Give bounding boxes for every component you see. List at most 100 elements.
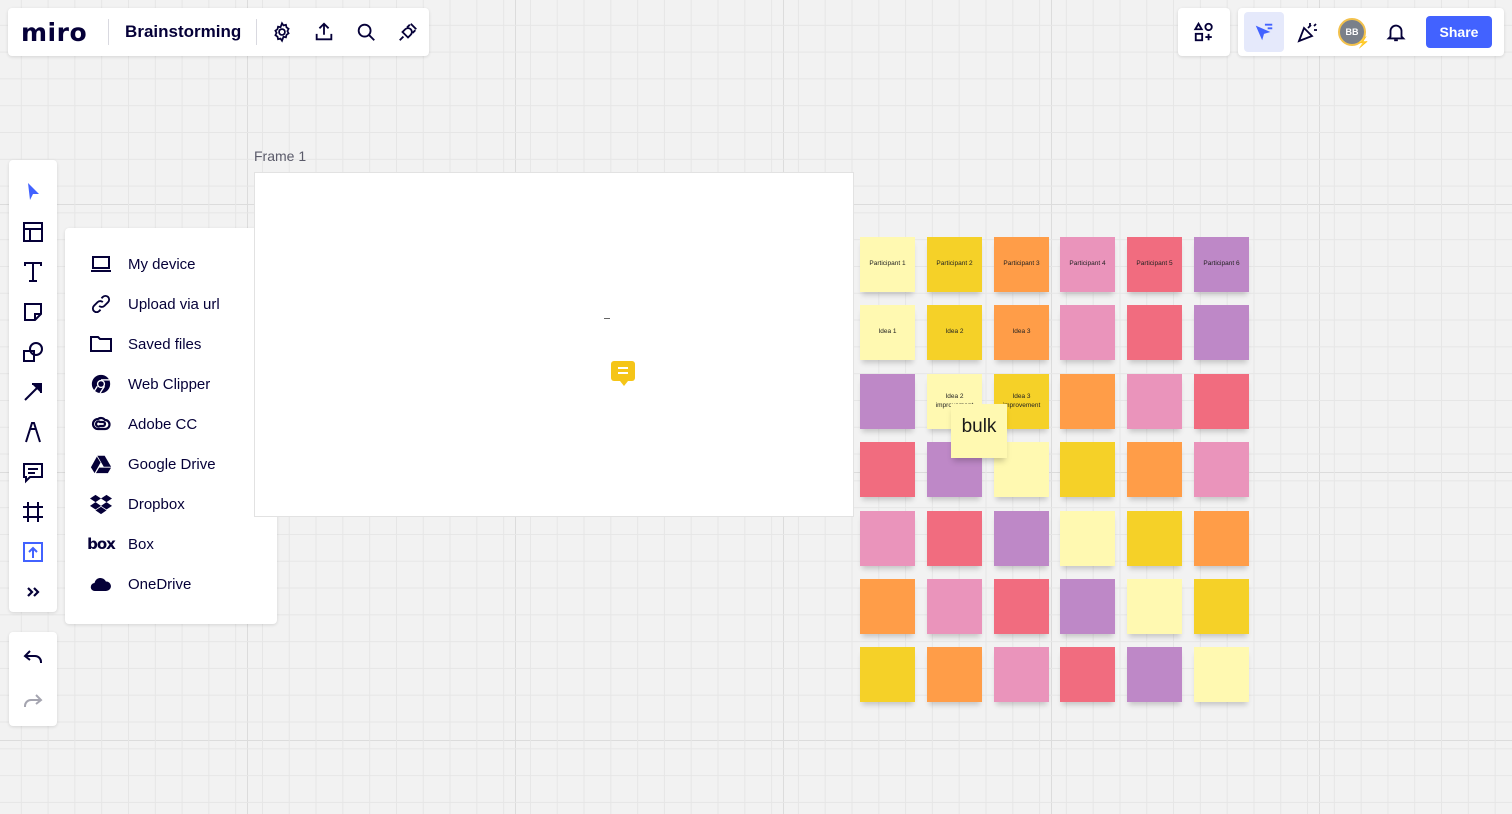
sticky-note[interactable] (1194, 442, 1249, 497)
plugin-icon[interactable] (387, 10, 429, 54)
sticky-note[interactable] (860, 442, 915, 497)
frame[interactable] (254, 172, 854, 517)
notifications-icon[interactable] (1374, 10, 1418, 54)
double-chevron-right-icon (27, 587, 40, 597)
sticky-note[interactable] (1060, 305, 1115, 360)
export-icon[interactable] (303, 10, 345, 54)
sticky-note[interactable] (927, 579, 982, 634)
upload-icon (23, 542, 43, 562)
sticky-note-tool[interactable] (9, 292, 57, 332)
upload-tool[interactable] (9, 532, 57, 572)
menu-item-web-clipper[interactable]: Web Clipper (65, 364, 277, 404)
sticky-note[interactable] (860, 374, 915, 429)
folder-icon (87, 330, 115, 358)
menu-item-my-device[interactable]: My device (65, 244, 277, 284)
sticky-note[interactable] (1194, 305, 1249, 360)
sticky-note[interactable]: Idea 3 (994, 305, 1049, 360)
sticky-note[interactable]: Participant 1 (860, 237, 915, 292)
search-icon[interactable] (345, 10, 387, 54)
sticky-note[interactable] (1060, 374, 1115, 429)
pen-tool[interactable] (9, 412, 57, 452)
more-tools-button[interactable] (9, 572, 57, 612)
settings-icon[interactable] (261, 10, 303, 54)
menu-item-dropbox[interactable]: Dropbox (65, 484, 277, 524)
redo-button[interactable] (9, 681, 57, 721)
sticky-note[interactable]: Participant 2 (927, 237, 982, 292)
sticky-note[interactable] (994, 579, 1049, 634)
left-toolbar (9, 160, 57, 612)
sticky-note[interactable] (1127, 374, 1182, 429)
sticky-note[interactable] (927, 511, 982, 566)
share-button[interactable]: Share (1426, 16, 1492, 48)
sticky-note[interactable] (860, 647, 915, 702)
connection-line-tool[interactable] (9, 372, 57, 412)
divider (256, 19, 258, 45)
menu-item-label: Dropbox (128, 495, 185, 513)
sticky-note[interactable] (1194, 579, 1249, 634)
sticky-note[interactable] (994, 511, 1049, 566)
apps-button[interactable] (1178, 8, 1230, 56)
sticky-note[interactable] (1127, 305, 1182, 360)
undo-icon (23, 650, 42, 663)
miro-logo[interactable]: miro (21, 18, 87, 47)
sticky-note[interactable] (1127, 511, 1182, 566)
sticky-note[interactable]: Idea 2 (927, 305, 982, 360)
user-avatar-button[interactable]: BB ⚡ (1330, 10, 1374, 54)
floating-sticky-note[interactable]: bulk (951, 404, 1007, 458)
sticky-note[interactable] (1060, 511, 1115, 566)
sticky-note[interactable]: Idea 1 (860, 305, 915, 360)
collaborator-cursors-icon (1255, 23, 1273, 41)
sticky-note[interactable] (1127, 647, 1182, 702)
sticky-note[interactable] (927, 647, 982, 702)
menu-item-google-drive[interactable]: Google Drive (65, 444, 277, 484)
adobe-cc-icon (87, 410, 115, 438)
laptop-icon (87, 250, 115, 278)
celebrate-icon[interactable] (1286, 10, 1330, 54)
sticky-note[interactable]: Participant 4 (1060, 237, 1115, 292)
templates-tool[interactable] (9, 212, 57, 252)
menu-item-label: OneDrive (128, 575, 192, 593)
upload-menu: My device Upload via url Saved files Web… (65, 228, 277, 624)
sticky-note[interactable] (1127, 579, 1182, 634)
redo-icon (24, 694, 43, 707)
sticky-note[interactable] (860, 579, 915, 634)
frame-tool[interactable] (9, 492, 57, 532)
undo-button[interactable] (9, 637, 57, 677)
frame-title[interactable]: Frame 1 (254, 148, 306, 164)
sticky-note[interactable] (860, 511, 915, 566)
avatar: BB ⚡ (1338, 18, 1370, 49)
link-icon (87, 290, 115, 318)
menu-item-label: Google Drive (128, 455, 216, 473)
menu-item-upload-via-url[interactable]: Upload via url (65, 284, 277, 324)
sticky-note[interactable] (1194, 374, 1249, 429)
comment-tool[interactable] (9, 452, 57, 492)
menu-item-adobe-cc[interactable]: Adobe CC (65, 404, 277, 444)
board-title[interactable]: Brainstorming (125, 22, 241, 42)
sticky-note[interactable]: Participant 3 (994, 237, 1049, 292)
sticky-note[interactable] (1060, 442, 1115, 497)
collaborator-cursors-button[interactable] (1244, 12, 1284, 52)
menu-item-label: My device (128, 255, 196, 273)
shapes-icon (23, 342, 43, 362)
sticky-note[interactable] (1060, 647, 1115, 702)
menu-item-box[interactable]: box Box (65, 524, 277, 564)
comment-marker-icon[interactable] (611, 361, 635, 386)
sticky-note[interactable] (994, 647, 1049, 702)
sticky-note[interactable] (1194, 647, 1249, 702)
text-tool[interactable] (9, 252, 57, 292)
menu-item-saved-files[interactable]: Saved files (65, 324, 277, 364)
sticky-note[interactable] (1060, 579, 1115, 634)
sticky-note[interactable]: Participant 6 (1194, 237, 1249, 292)
sticky-note-icon (24, 303, 42, 321)
select-tool[interactable] (9, 172, 57, 212)
menu-item-label: Upload via url (128, 295, 220, 313)
undo-redo-bar (9, 632, 57, 726)
google-drive-icon (87, 450, 115, 478)
sticky-note[interactable]: Participant 5 (1127, 237, 1182, 292)
sticky-note[interactable] (1194, 511, 1249, 566)
sticky-note[interactable] (1127, 442, 1182, 497)
menu-item-onedrive[interactable]: OneDrive (65, 564, 277, 604)
shapes-tool[interactable] (9, 332, 57, 372)
chrome-icon (87, 370, 115, 398)
text-icon (24, 262, 42, 282)
